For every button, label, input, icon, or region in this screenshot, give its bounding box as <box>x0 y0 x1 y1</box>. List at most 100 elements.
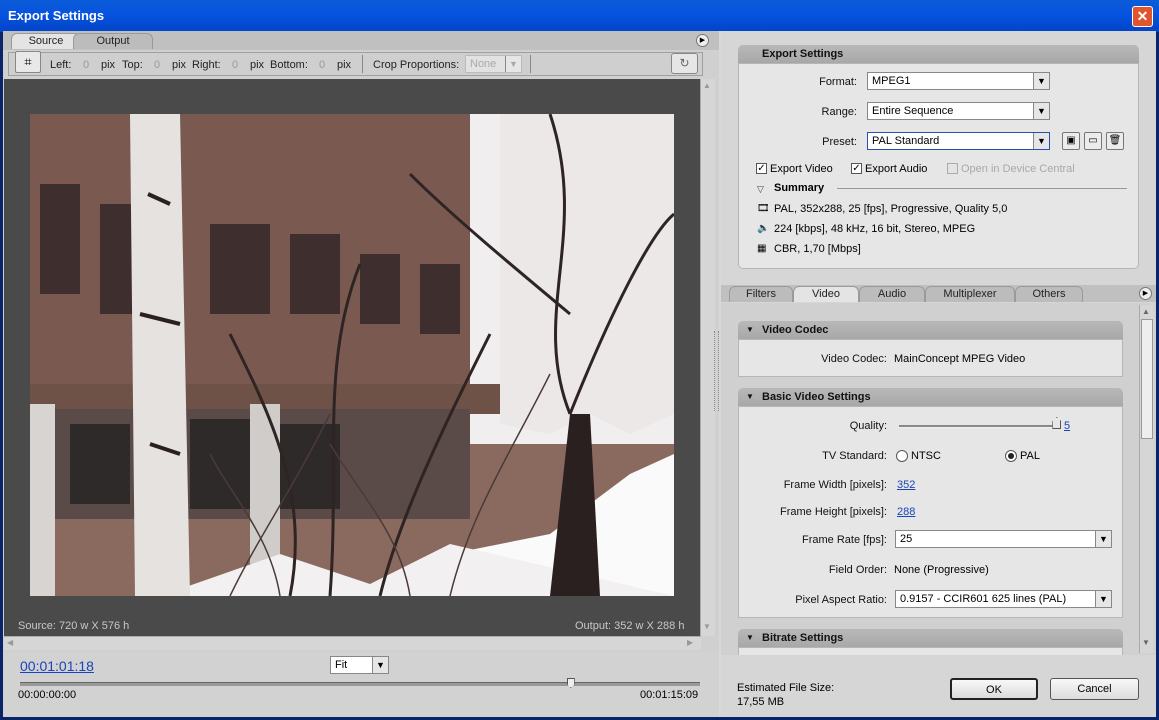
crop-proportions-label: Crop Proportions: <box>373 59 460 71</box>
collapse-icon: ▼ <box>746 325 754 334</box>
pal-label: PAL <box>1020 450 1040 462</box>
rotate-icon[interactable]: ↻ <box>671 53 698 74</box>
cancel-button[interactable]: Cancel <box>1050 678 1139 700</box>
quality-value[interactable]: 5 <box>1064 420 1070 432</box>
current-timecode[interactable]: 00:01:01:18 <box>20 658 94 674</box>
frame-height-value[interactable]: 288 <box>897 506 915 518</box>
export-audio-checkbox[interactable]: ✓ <box>851 163 862 174</box>
timeline-bar: 00:01:01:18 Fit ▼ 00:00:00:00 00:01:15:09 <box>3 652 719 717</box>
export-settings-header: Export Settings <box>738 45 1139 63</box>
collapse-icon: ▼ <box>746 392 754 401</box>
playhead-handle[interactable] <box>566 678 575 688</box>
scroll-down-icon[interactable]: ▼ <box>703 622 711 631</box>
collapse-icon: ▼ <box>746 633 754 642</box>
preset-label: Preset: <box>822 136 857 148</box>
preview-viewer: Source: 720 w X 576 h Output: 352 w X 28… <box>4 79 701 636</box>
speaker-icon: 🔈 <box>757 223 770 234</box>
scroll-up-icon[interactable]: ▲ <box>703 81 711 90</box>
delete-preset-icon[interactable]: 🗑 <box>1106 132 1124 150</box>
summary-bitrate: CBR, 1,70 [Mbps] <box>774 243 861 255</box>
settings-pane: Export Settings Format: MPEG1 ▼ Range: En… <box>721 31 1156 717</box>
timeline-end: 00:01:15:09 <box>640 689 699 701</box>
zoom-select[interactable]: Fit ▼ <box>330 656 389 674</box>
tab-others[interactable]: Others <box>1015 286 1083 302</box>
range-label: Range: <box>821 106 857 118</box>
timeline-track[interactable] <box>20 682 700 686</box>
preview-horizontal-scrollbar[interactable]: ◀ ▶ <box>4 636 701 650</box>
scroll-up-icon[interactable]: ▲ <box>1142 307 1150 316</box>
crop-left-label: Left: <box>50 59 72 71</box>
frame-width-value[interactable]: 352 <box>897 479 915 491</box>
tab-audio[interactable]: Audio <box>859 286 925 302</box>
crop-bottom-value[interactable]: 0 <box>319 59 325 71</box>
crop-proportions-select[interactable]: None ▼ <box>465 55 522 73</box>
tab-video[interactable]: Video <box>793 286 859 302</box>
frame-rate-select[interactable]: 25 ▼ <box>895 530 1112 548</box>
device-central-checkbox[interactable] <box>947 163 958 174</box>
tv-standard-label: TV Standard: <box>822 450 887 462</box>
crop-right-value[interactable]: 0 <box>232 59 238 71</box>
tab-filters[interactable]: Filters <box>729 286 793 302</box>
quality-slider-track[interactable] <box>899 425 1059 428</box>
video-codec-title: Video Codec <box>762 324 829 336</box>
pal-radio[interactable] <box>1005 450 1017 462</box>
ntsc-radio[interactable] <box>896 450 908 462</box>
title-bar <box>0 0 1159 32</box>
format-label: Format: <box>819 76 857 88</box>
close-button[interactable]: ✕ <box>1132 6 1153 27</box>
preset-select[interactable]: PAL Standard ▼ <box>867 132 1050 150</box>
preview-vertical-scrollbar[interactable]: ▲ ▼ <box>700 79 715 636</box>
scrollbar-thumb[interactable] <box>1141 319 1153 439</box>
bitrate-panel <box>738 647 1123 655</box>
field-order-value: None (Progressive) <box>894 564 989 576</box>
chevron-down-icon: ▼ <box>1033 103 1049 119</box>
timeline-start: 00:00:00:00 <box>18 689 77 701</box>
panel-menu-icon[interactable]: ▶ <box>696 34 709 47</box>
bitrate-header[interactable]: ▼ Bitrate Settings <box>738 629 1123 647</box>
preview-image <box>30 114 674 596</box>
chevron-down-icon: ▼ <box>505 56 521 72</box>
crop-icon[interactable]: ⌗ <box>15 51 41 73</box>
tab-source[interactable]: Source <box>11 33 81 49</box>
crop-right-label: Right: <box>192 59 221 71</box>
output-dimensions: Output: 352 w X 288 h <box>575 620 685 632</box>
settings-scrollbar[interactable]: ▲ ▼ <box>1139 305 1154 653</box>
frame-height-label: Frame Height [pixels]: <box>780 506 887 518</box>
save-preset-icon[interactable]: ▣ <box>1062 132 1080 150</box>
scroll-right-icon[interactable]: ▶ <box>687 638 693 647</box>
video-codec-value: MainConcept MPEG Video <box>894 353 1026 365</box>
basic-video-header[interactable]: ▼ Basic Video Settings <box>738 388 1123 406</box>
frame-rate-label: Frame Rate [fps]: <box>802 534 887 546</box>
export-video-label: Export Video <box>770 163 833 175</box>
export-video-checkbox[interactable]: ✓ <box>756 163 767 174</box>
film-icon: 🎞 <box>757 203 770 214</box>
pixel-aspect-label: Pixel Aspect Ratio: <box>795 594 887 606</box>
scroll-down-icon[interactable]: ▼ <box>1142 638 1150 647</box>
crop-top-value[interactable]: 0 <box>154 59 160 71</box>
format-select[interactable]: MPEG1 ▼ <box>867 72 1050 90</box>
pane-splitter[interactable] <box>714 331 719 411</box>
window-title: Export Settings <box>8 8 105 23</box>
ok-button[interactable]: OK <box>950 678 1038 700</box>
range-select[interactable]: Entire Sequence ▼ <box>867 102 1050 120</box>
crop-left-value[interactable]: 0 <box>83 59 89 71</box>
crop-unit: pix <box>101 59 116 71</box>
import-preset-icon[interactable]: ▭ <box>1084 132 1102 150</box>
frame-width-label: Frame Width [pixels]: <box>783 479 887 491</box>
bitrate-title: Bitrate Settings <box>762 632 844 644</box>
scroll-left-icon[interactable]: ◀ <box>7 638 13 647</box>
tab-output[interactable]: Output <box>73 33 153 49</box>
summary-collapse-icon[interactable]: ▽ <box>757 184 764 195</box>
summary-audio: 224 [kbps], 48 kHz, 16 bit, Stereo, MPEG <box>774 223 976 235</box>
panel-menu-icon[interactable]: ▶ <box>1139 287 1152 300</box>
crop-unit: pix <box>337 59 352 71</box>
preset-value: PAL Standard <box>872 135 940 147</box>
pixel-aspect-select[interactable]: 0.9157 - CCIR601 625 lines (PAL) ▼ <box>895 590 1112 608</box>
dialog-body: Source Output ▶ ⌗ Left: 0 pix Top: 0 pix… <box>3 31 1156 717</box>
tab-multiplexer[interactable]: Multiplexer <box>925 286 1015 302</box>
ntsc-label: NTSC <box>911 450 941 462</box>
format-value: MPEG1 <box>872 75 911 87</box>
estimated-size-value: 17,55 MB <box>737 696 785 708</box>
video-codec-header[interactable]: ▼ Video Codec <box>738 321 1123 339</box>
device-central-label: Open in Device Central <box>961 163 1075 175</box>
